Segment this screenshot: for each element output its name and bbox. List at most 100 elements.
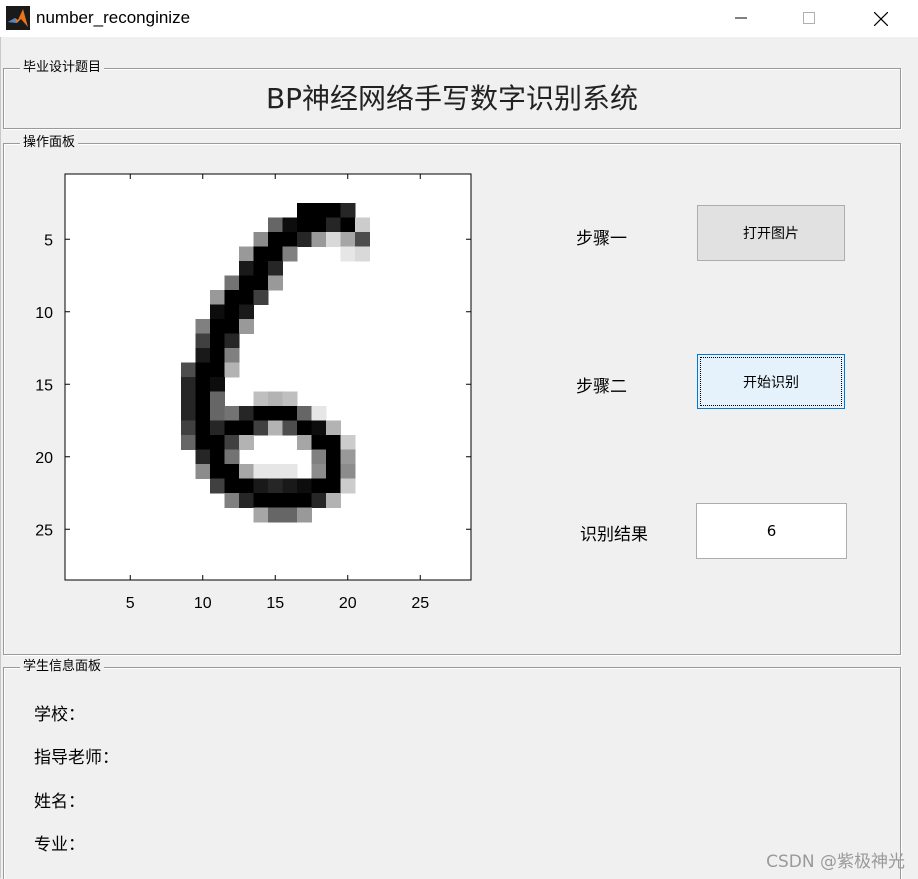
digit-pixel — [340, 464, 356, 479]
digit-pixel — [326, 435, 341, 450]
minimize-button[interactable] — [718, 0, 764, 37]
digit-pixel — [210, 304, 225, 320]
digit-pixel — [326, 464, 341, 479]
digit-pixel — [311, 449, 327, 465]
digit-pixel — [210, 333, 225, 349]
digit-pixel — [282, 232, 298, 247]
y-tick-label: 20 — [35, 450, 53, 467]
close-button[interactable] — [857, 0, 903, 37]
result-label: 识别结果 — [580, 525, 648, 545]
close-icon — [874, 12, 888, 26]
digit-pixel — [253, 391, 269, 407]
digit-pixel — [239, 261, 254, 276]
digit-pixel — [210, 362, 225, 378]
digit-pixel — [224, 304, 240, 320]
digit-pixel — [326, 493, 341, 508]
digit-pixel — [340, 217, 356, 233]
digit-pixel — [224, 420, 240, 436]
digit-pixel — [268, 507, 283, 523]
digit-pixel — [297, 435, 312, 450]
digit-pixel — [239, 246, 254, 262]
digit-pixel — [210, 449, 225, 465]
x-tick-label: 25 — [411, 595, 429, 612]
digit-pixel — [181, 420, 196, 436]
digit-pixel — [297, 420, 312, 436]
y-tick-label: 10 — [35, 305, 53, 322]
digit-pixel — [195, 362, 211, 378]
minimize-icon — [735, 17, 747, 19]
digit-pixel — [210, 391, 225, 407]
digit-pixel — [311, 493, 327, 508]
window-titlebar[interactable]: number_reconginize — [0, 0, 918, 37]
digit-pixel — [224, 319, 240, 334]
digit-pixel — [297, 493, 312, 508]
digit-pixel — [297, 507, 312, 523]
digit-image-axes: 5 10 15 20 25 5 10 15 20 25 — [35, 173, 472, 612]
digit-pixel — [181, 377, 196, 392]
digit-pixel — [311, 420, 327, 436]
digit-pixel — [239, 275, 254, 291]
digit-pixel — [311, 232, 327, 247]
digit-pixel — [195, 464, 211, 479]
digit-pixel — [195, 449, 211, 465]
digit-pixel — [282, 217, 298, 233]
open-image-button[interactable]: 打开图片 — [697, 205, 845, 261]
digit-pixel — [195, 333, 211, 349]
title-panel: 毕业设计题目 BP神经网络手写数字识别系统 — [3, 60, 901, 129]
digit-pixel — [253, 261, 269, 276]
digit-pixel — [210, 348, 225, 363]
advisor-label: 指导老师： — [34, 748, 119, 768]
digit-pixel — [210, 406, 225, 421]
digit-pixel — [340, 449, 356, 465]
digit-pixel — [297, 478, 312, 494]
digit-pixel — [253, 464, 269, 479]
digit-pixel — [253, 406, 269, 421]
step1-label: 步骤一 — [576, 229, 627, 249]
digit-pixel — [326, 449, 341, 465]
digit-pixel — [282, 391, 298, 407]
digit-pixel — [181, 406, 196, 421]
digit-pixel — [268, 464, 283, 479]
digit-pixel — [268, 217, 283, 233]
x-tick-label: 20 — [339, 595, 357, 612]
digit-pixel — [326, 420, 341, 436]
digit-pixel — [195, 391, 211, 407]
digit-pixel — [268, 261, 283, 276]
digit-pixel — [239, 319, 254, 334]
watermark: CSDN @紫极神光 — [766, 852, 905, 872]
digit-pixel — [268, 478, 283, 494]
digit-pixel — [224, 493, 240, 508]
digit-pixel — [224, 333, 240, 349]
digit-pixel — [340, 203, 356, 218]
digit-pixel — [181, 391, 196, 407]
digit-pixel — [253, 246, 269, 262]
digit-pixel — [239, 435, 254, 450]
digit-pixel — [311, 406, 327, 421]
digit-pixel — [195, 420, 211, 436]
digit-pixel — [297, 406, 312, 421]
digit-pixel — [297, 217, 312, 233]
digit-pixel — [340, 435, 356, 450]
student-panel-label: 学生信息面板 — [20, 659, 105, 675]
digit-pixel — [239, 464, 254, 479]
maximize-button[interactable] — [786, 0, 832, 37]
digit-pixel — [297, 232, 312, 247]
digit-pixel — [253, 275, 269, 291]
y-tick-label: 25 — [35, 522, 53, 539]
digit-pixel — [210, 377, 225, 392]
digit-pixel — [181, 362, 196, 378]
x-tick-label: 15 — [266, 595, 284, 612]
major-label: 专业： — [34, 835, 85, 855]
digit-pixel — [326, 478, 341, 494]
digit-pixel — [210, 478, 225, 494]
digit-pixel — [224, 478, 240, 494]
digit-pixel — [297, 203, 312, 218]
digit-pixel — [268, 420, 283, 436]
digit-pixel — [282, 406, 298, 421]
digit-pixel — [224, 449, 240, 465]
digit-pixel — [210, 420, 225, 436]
digit-pixel — [224, 464, 240, 479]
start-recognition-button[interactable]: 开始识别 — [697, 354, 845, 409]
digit-pixel — [355, 232, 370, 247]
digit-pixel — [210, 464, 225, 479]
